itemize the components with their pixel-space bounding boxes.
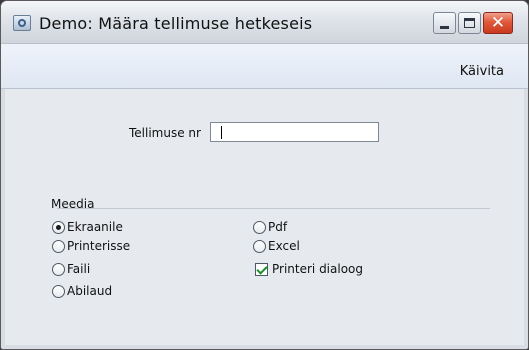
radio-icon[interactable] xyxy=(52,262,65,276)
media-option-excel[interactable]: Excel xyxy=(253,237,300,255)
media-option-screen[interactable]: Ekraanile xyxy=(52,218,123,236)
close-icon: ✕ xyxy=(490,13,506,33)
checkbox-checked-icon[interactable] xyxy=(255,262,268,276)
title-bar[interactable]: Demo: Määra tellimuse hetkeseis ✕ xyxy=(1,1,528,44)
media-option-label: Abilaud xyxy=(67,284,113,298)
close-button[interactable]: ✕ xyxy=(483,12,513,34)
minimize-button[interactable] xyxy=(433,12,456,34)
media-divider xyxy=(57,208,490,209)
radio-icon[interactable] xyxy=(52,239,65,253)
printer-dialog-checkbox[interactable]: Printeri dialoog xyxy=(255,260,363,278)
order-number-label: Tellimuse nr xyxy=(129,126,201,140)
media-option-file[interactable]: Faili xyxy=(52,260,90,278)
printer-dialog-label: Printeri dialoog xyxy=(272,262,364,276)
text-caret xyxy=(221,126,222,139)
radio-selected-icon[interactable] xyxy=(52,220,65,234)
media-option-label: Faili xyxy=(67,262,91,276)
window-title: Demo: Määra tellimuse hetkeseis xyxy=(39,14,313,33)
run-button[interactable]: Käivita xyxy=(460,64,504,79)
radio-icon[interactable] xyxy=(52,284,65,298)
maximize-icon xyxy=(464,18,475,28)
radio-icon[interactable] xyxy=(253,239,266,253)
radio-icon[interactable] xyxy=(253,220,266,234)
media-option-label: Ekraanile xyxy=(67,220,123,234)
media-option-pdf[interactable]: Pdf xyxy=(253,218,287,236)
media-option-label: Printerisse xyxy=(67,239,131,253)
toolbar: Käivita xyxy=(1,44,528,89)
report-window: Demo: Määra tellimuse hetkeseis ✕ Käivit… xyxy=(0,0,529,350)
media-option-label: Excel xyxy=(268,239,300,253)
maximize-button[interactable] xyxy=(458,12,481,34)
media-option-printer[interactable]: Printerisse xyxy=(52,237,130,255)
form-area: Tellimuse nr Meedia Ekraanile Printeriss… xyxy=(5,89,524,345)
order-number-input[interactable] xyxy=(210,122,379,142)
media-option-label: Pdf xyxy=(268,220,288,234)
minimize-icon xyxy=(440,26,449,29)
media-option-clipboard[interactable]: Abilaud xyxy=(52,282,112,300)
app-icon[interactable] xyxy=(13,15,31,31)
